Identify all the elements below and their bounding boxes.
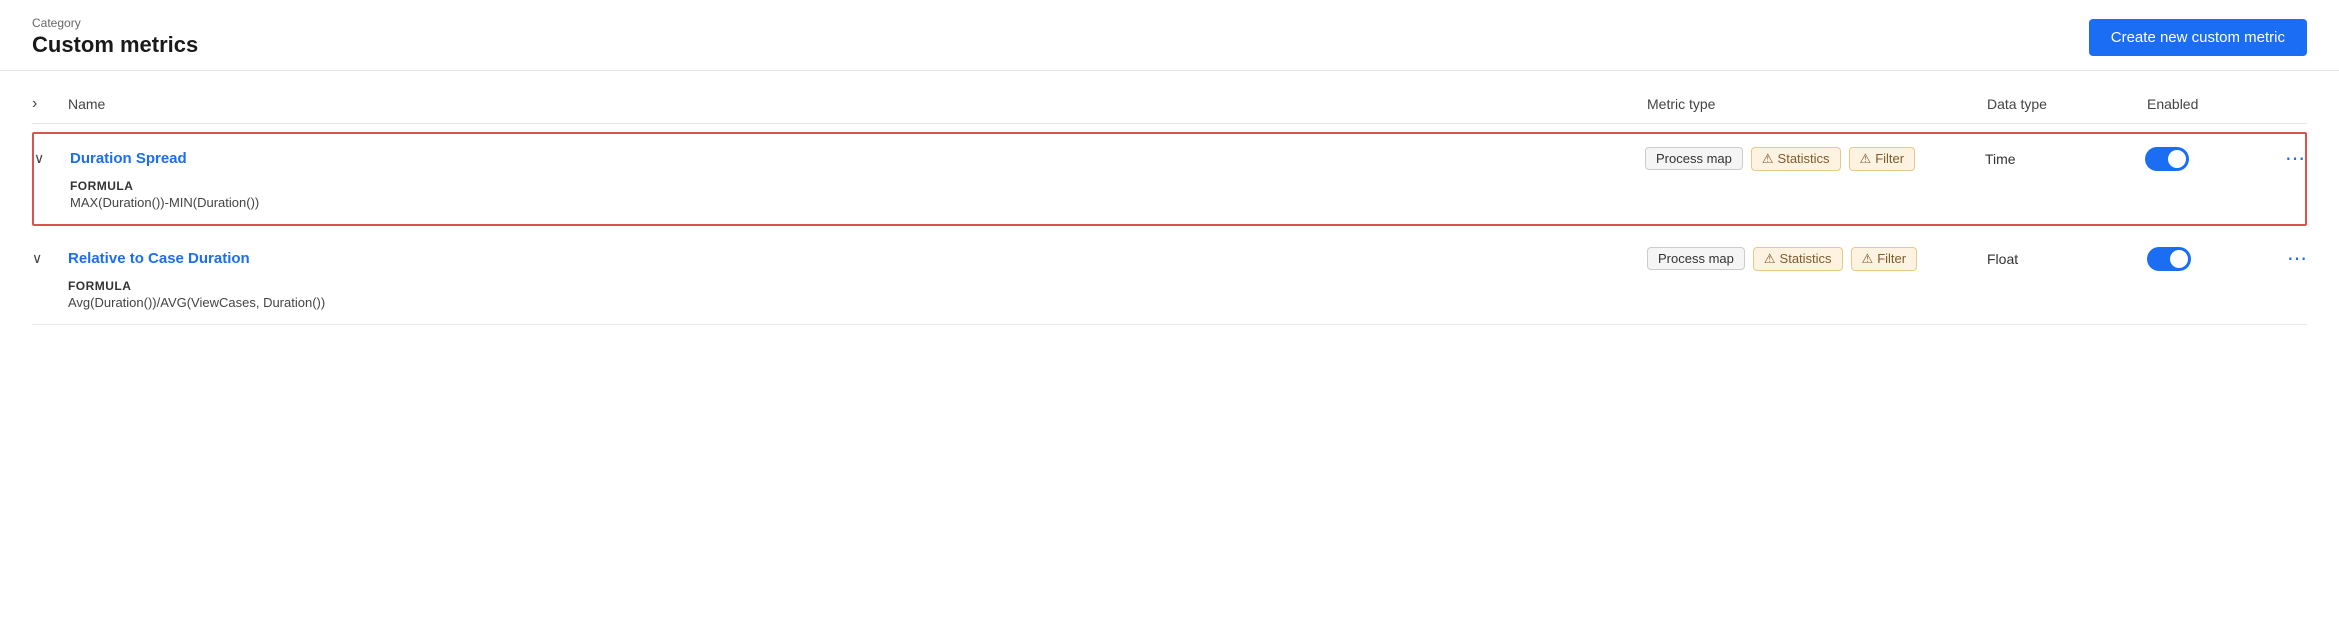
metrics-table: › Name Metric type Data type Enabled ∨ D… xyxy=(0,71,2339,325)
table-row-relative-case-duration: ∨ Relative to Case Duration Process map … xyxy=(32,234,2307,325)
relative-case-duration-data-type: Float xyxy=(1987,251,2147,267)
relative-case-duration-tag-filter: ⚠ Filter xyxy=(1851,247,1918,271)
category-label: Category xyxy=(32,16,198,30)
relative-case-duration-link[interactable]: Relative to Case Duration xyxy=(68,250,250,267)
warning-icon-statistics-2: ⚠ xyxy=(1764,251,1776,267)
relative-case-duration-name: Relative to Case Duration xyxy=(68,250,1647,267)
warning-icon-filter: ⚠ xyxy=(1860,151,1872,167)
column-header-enabled: Enabled xyxy=(2147,96,2267,112)
duration-spread-metric-tags: Process map ⚠ Statistics ⚠ Filter xyxy=(1645,147,1985,171)
duration-spread-toggle[interactable] xyxy=(2145,147,2189,171)
column-header-metric-type: Metric type xyxy=(1647,96,1987,112)
table-header: › Name Metric type Data type Enabled xyxy=(32,95,2307,124)
duration-spread-tag-process-map: Process map xyxy=(1645,147,1743,170)
column-header-name: Name xyxy=(68,96,1647,112)
duration-spread-main-row: ∨ Duration Spread Process map ⚠ Statisti… xyxy=(34,134,2305,177)
duration-spread-data-type: Time xyxy=(1985,151,2145,167)
relative-case-duration-sub-row: FORMULA Avg(Duration())/AVG(ViewCases, D… xyxy=(32,277,2307,324)
duration-spread-enabled-col xyxy=(2145,147,2265,171)
create-custom-metric-button[interactable]: Create new custom metric xyxy=(2089,19,2307,56)
relative-case-duration-formula-text: Avg(Duration())/AVG(ViewCases, Duration(… xyxy=(68,295,328,310)
duration-spread-tag-filter: ⚠ Filter xyxy=(1849,147,1916,171)
duration-spread-expand-icon[interactable]: ∨ xyxy=(34,150,70,167)
relative-case-duration-tag-statistics: ⚠ Statistics xyxy=(1753,247,1843,271)
expand-all-button[interactable]: › xyxy=(32,95,37,113)
warning-icon-filter-2: ⚠ xyxy=(1862,251,1874,267)
duration-spread-formula-text: MAX(Duration())-MIN(Duration()) xyxy=(70,195,330,210)
duration-spread-link[interactable]: Duration Spread xyxy=(70,150,187,167)
duration-spread-sub-row: FORMULA MAX(Duration())-MIN(Duration()) xyxy=(34,177,2305,224)
column-header-data-type: Data type xyxy=(1987,96,2147,112)
relative-case-duration-metric-tags: Process map ⚠ Statistics ⚠ Filter xyxy=(1647,247,1987,271)
duration-spread-tag-statistics: ⚠ Statistics xyxy=(1751,147,1841,171)
duration-spread-formula-label: FORMULA xyxy=(70,179,330,193)
warning-icon-statistics: ⚠ xyxy=(1762,151,1774,167)
duration-spread-name: Duration Spread xyxy=(70,150,1645,167)
table-row-duration-spread: ∨ Duration Spread Process map ⚠ Statisti… xyxy=(32,132,2307,226)
relative-case-duration-enabled-col xyxy=(2147,247,2267,271)
relative-case-duration-main-row: ∨ Relative to Case Duration Process map … xyxy=(32,234,2307,277)
duration-spread-actions-button[interactable]: ⋯ xyxy=(2265,146,2305,171)
relative-case-duration-expand-icon[interactable]: ∨ xyxy=(32,250,68,267)
page-header: Category Custom metrics Create new custo… xyxy=(0,0,2339,71)
chevron-right-icon: › xyxy=(32,95,37,113)
page-title: Custom metrics xyxy=(32,32,198,58)
header-left: Category Custom metrics xyxy=(32,16,198,58)
relative-case-duration-tag-process-map: Process map xyxy=(1647,247,1745,270)
duration-spread-formula: FORMULA MAX(Duration())-MIN(Duration()) xyxy=(70,179,330,210)
relative-case-duration-toggle[interactable] xyxy=(2147,247,2191,271)
relative-case-duration-actions-button[interactable]: ⋯ xyxy=(2267,246,2307,271)
relative-case-duration-formula-label: FORMULA xyxy=(68,279,328,293)
expand-all-col: › xyxy=(32,95,68,113)
relative-case-duration-formula: FORMULA Avg(Duration())/AVG(ViewCases, D… xyxy=(68,279,328,310)
